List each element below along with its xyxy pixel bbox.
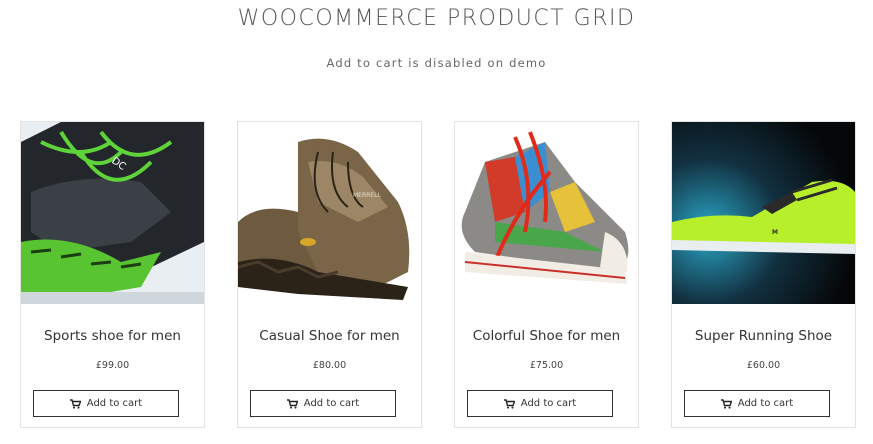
product-image-running-shoe[interactable]: M <box>672 122 855 304</box>
product-title[interactable]: Casual Shoe for men <box>238 328 421 344</box>
cart-icon <box>720 398 732 409</box>
product-title[interactable]: Sports shoe for men <box>21 328 204 344</box>
product-image-casual-shoe[interactable]: MERRELL <box>238 122 421 304</box>
add-to-cart-label: Add to cart <box>737 398 794 409</box>
product-price: £75.00 <box>529 360 564 371</box>
product-card: Colorful Shoe for men £75.00 Add to cart <box>454 121 639 428</box>
product-price: £80.00 <box>312 360 347 371</box>
product-title[interactable]: Super Running Shoe <box>672 328 855 344</box>
add-to-cart-button[interactable]: Add to cart <box>250 390 396 417</box>
cart-icon <box>286 398 298 409</box>
sports-shoe-image: DC <box>21 122 204 304</box>
product-image-sports-shoe[interactable]: DC <box>21 122 204 304</box>
running-shoe-image: M <box>672 122 855 304</box>
casual-shoe-image: MERRELL <box>238 122 421 304</box>
product-price: £60.00 <box>746 360 781 371</box>
svg-text:M: M <box>772 229 778 236</box>
product-card: MERRELL Casual Shoe for men £80.00 Add t… <box>237 121 422 428</box>
add-to-cart-button[interactable]: Add to cart <box>684 390 830 417</box>
page: WOOCOMMERCE PRODUCT GRID Add to cart is … <box>0 0 873 444</box>
cart-icon <box>503 398 515 409</box>
colorful-shoe-image <box>455 122 638 304</box>
add-to-cart-button[interactable]: Add to cart <box>467 390 613 417</box>
product-card: M Super Running Shoe £60.00 Add to cart <box>671 121 856 428</box>
add-to-cart-button[interactable]: Add to cart <box>33 390 179 417</box>
page-title: WOOCOMMERCE PRODUCT GRID <box>237 6 636 31</box>
add-to-cart-label: Add to cart <box>86 398 143 409</box>
svg-text:MERRELL: MERRELL <box>353 192 381 199</box>
add-to-cart-label: Add to cart <box>303 398 360 409</box>
product-grid: DC Sports shoe for men £99.00 Add to car… <box>20 121 856 428</box>
cart-icon <box>69 398 81 409</box>
add-to-cart-label: Add to cart <box>520 398 577 409</box>
product-card: DC Sports shoe for men £99.00 Add to car… <box>20 121 205 428</box>
product-image-colorful-shoe[interactable] <box>455 122 638 304</box>
page-subtitle: Add to cart is disabled on demo <box>326 56 547 70</box>
product-title[interactable]: Colorful Shoe for men <box>455 328 638 344</box>
product-price: £99.00 <box>95 360 130 371</box>
